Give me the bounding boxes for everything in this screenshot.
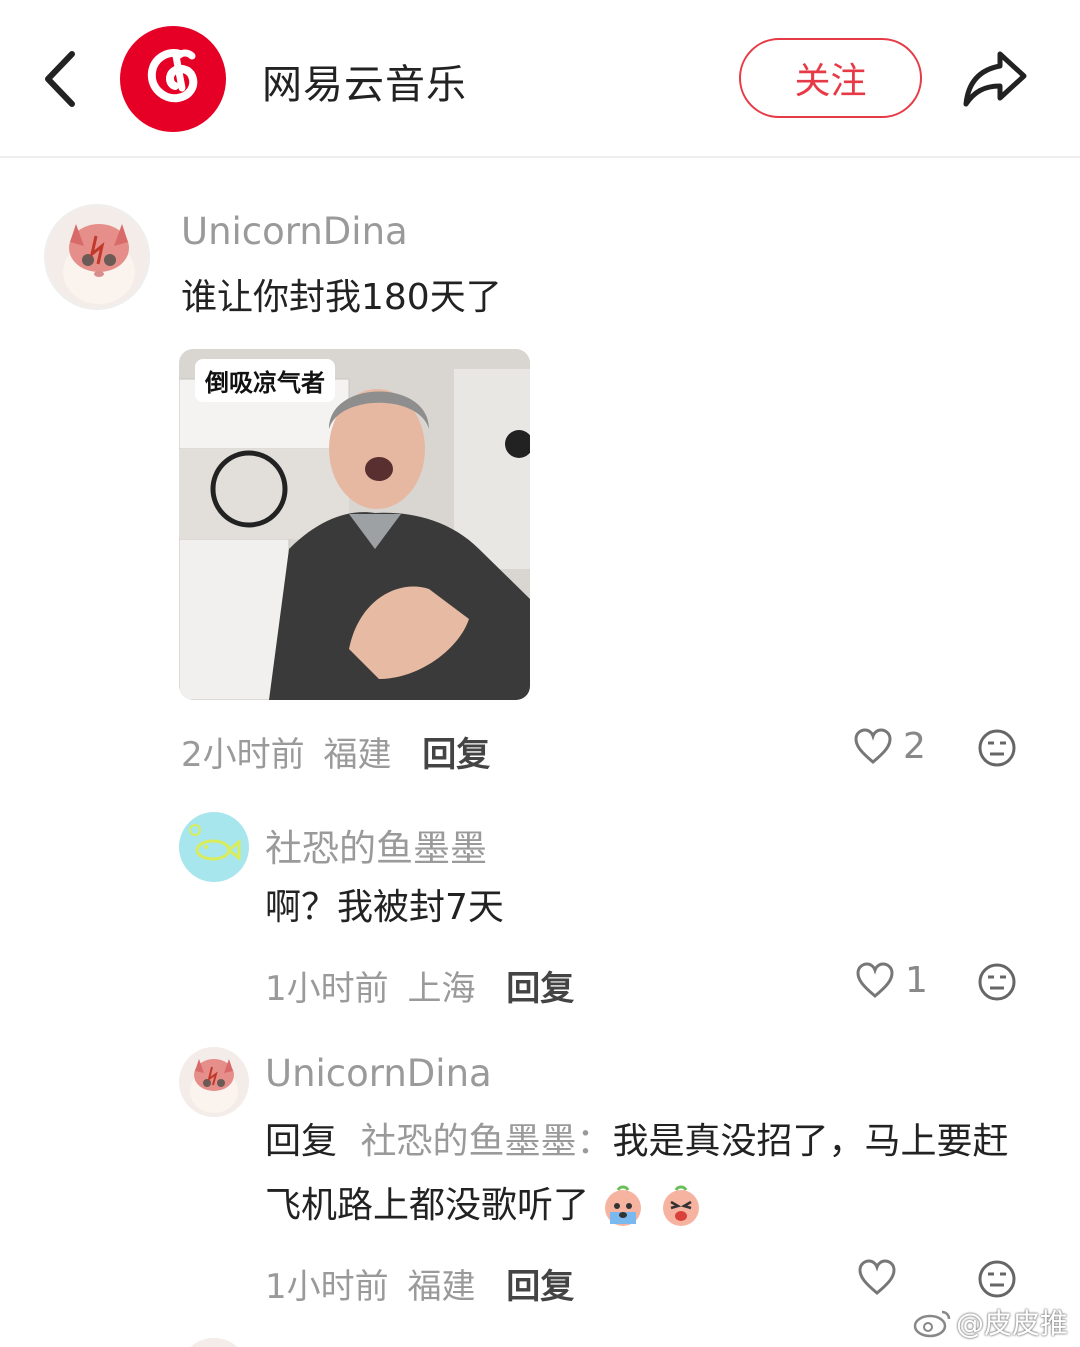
- reply-separator: ：: [576, 1121, 613, 1162]
- comment-time: 1小时前: [265, 1267, 389, 1307]
- sticker-image[interactable]: 倒吸凉气者: [179, 349, 530, 700]
- comment-text: 谁让你封我180天了: [181, 277, 502, 318]
- avatar[interactable]: [179, 1338, 249, 1347]
- reply-button[interactable]: 回复: [422, 735, 490, 775]
- like-count: 2: [903, 726, 926, 767]
- sticker-caption: 倒吸凉气者: [195, 359, 335, 402]
- avatar[interactable]: [179, 1047, 249, 1117]
- heart-icon: [854, 727, 892, 764]
- like-count: 1: [905, 960, 928, 1001]
- back-arrow-icon[interactable]: [36, 46, 86, 112]
- top-bar: 网易云音乐 关注: [0, 0, 1080, 158]
- comment-username[interactable]: UnicornDina: [181, 210, 408, 253]
- comment-meta: 1小时前 上海 回复: [265, 961, 574, 1010]
- comment-text: 啊？我被封7天: [265, 887, 504, 928]
- weibo-logo-icon: [913, 1310, 951, 1338]
- share-icon[interactable]: [960, 46, 1030, 110]
- comment-location: 上海: [407, 969, 476, 1009]
- reply-prefix: 回复: [265, 1121, 338, 1162]
- comment-time: 2小时前: [181, 735, 305, 775]
- cat-avatar-icon: [46, 206, 148, 308]
- reply-button[interactable]: 回复: [506, 1267, 574, 1307]
- comment-username[interactable]: 社恐的鱼墨墨: [265, 818, 487, 872]
- like-button[interactable]: [857, 1259, 897, 1297]
- comment-location: 福建: [323, 735, 392, 775]
- comment-meta: 2小时前 福建 回复: [181, 727, 490, 776]
- comment-username[interactable]: UnicornDina: [265, 1052, 492, 1095]
- heart-icon: [858, 1259, 896, 1295]
- crying-emoji-icon: [605, 1185, 642, 1226]
- reply-button[interactable]: 回复: [506, 969, 574, 1009]
- like-button[interactable]: 1: [855, 960, 928, 1001]
- meh-face-icon[interactable]: [977, 1259, 1017, 1299]
- music-note-logo-icon: [147, 49, 198, 103]
- like-button[interactable]: 2: [853, 726, 926, 767]
- netease-music-logo[interactable]: [120, 26, 226, 132]
- comment-text: 回复 社恐的鱼墨墨：我是真没招了，马上要赶飞机路上都没歌听了: [265, 1110, 1025, 1238]
- comment-meta: 1小时前 福建 回复: [265, 1259, 574, 1308]
- comment-time: 1小时前: [265, 969, 389, 1009]
- account-name[interactable]: 网易云音乐: [262, 52, 467, 110]
- heart-icon: [856, 961, 894, 998]
- meh-face-icon[interactable]: [977, 728, 1017, 768]
- angry-emoji-icon: [662, 1185, 699, 1226]
- cat-avatar-icon: [179, 1047, 249, 1117]
- watermark: @皮皮推: [912, 1302, 1068, 1342]
- fish-avatar-icon: [179, 812, 249, 882]
- comment-location: 福建: [407, 1267, 476, 1307]
- meh-face-icon[interactable]: [977, 962, 1017, 1002]
- avatar[interactable]: [179, 812, 249, 882]
- reply-to-username[interactable]: 社恐的鱼墨墨: [360, 1121, 576, 1162]
- watermark-text: @皮皮推: [956, 1307, 1069, 1340]
- follow-button[interactable]: 关注: [739, 38, 922, 118]
- avatar[interactable]: [44, 204, 150, 310]
